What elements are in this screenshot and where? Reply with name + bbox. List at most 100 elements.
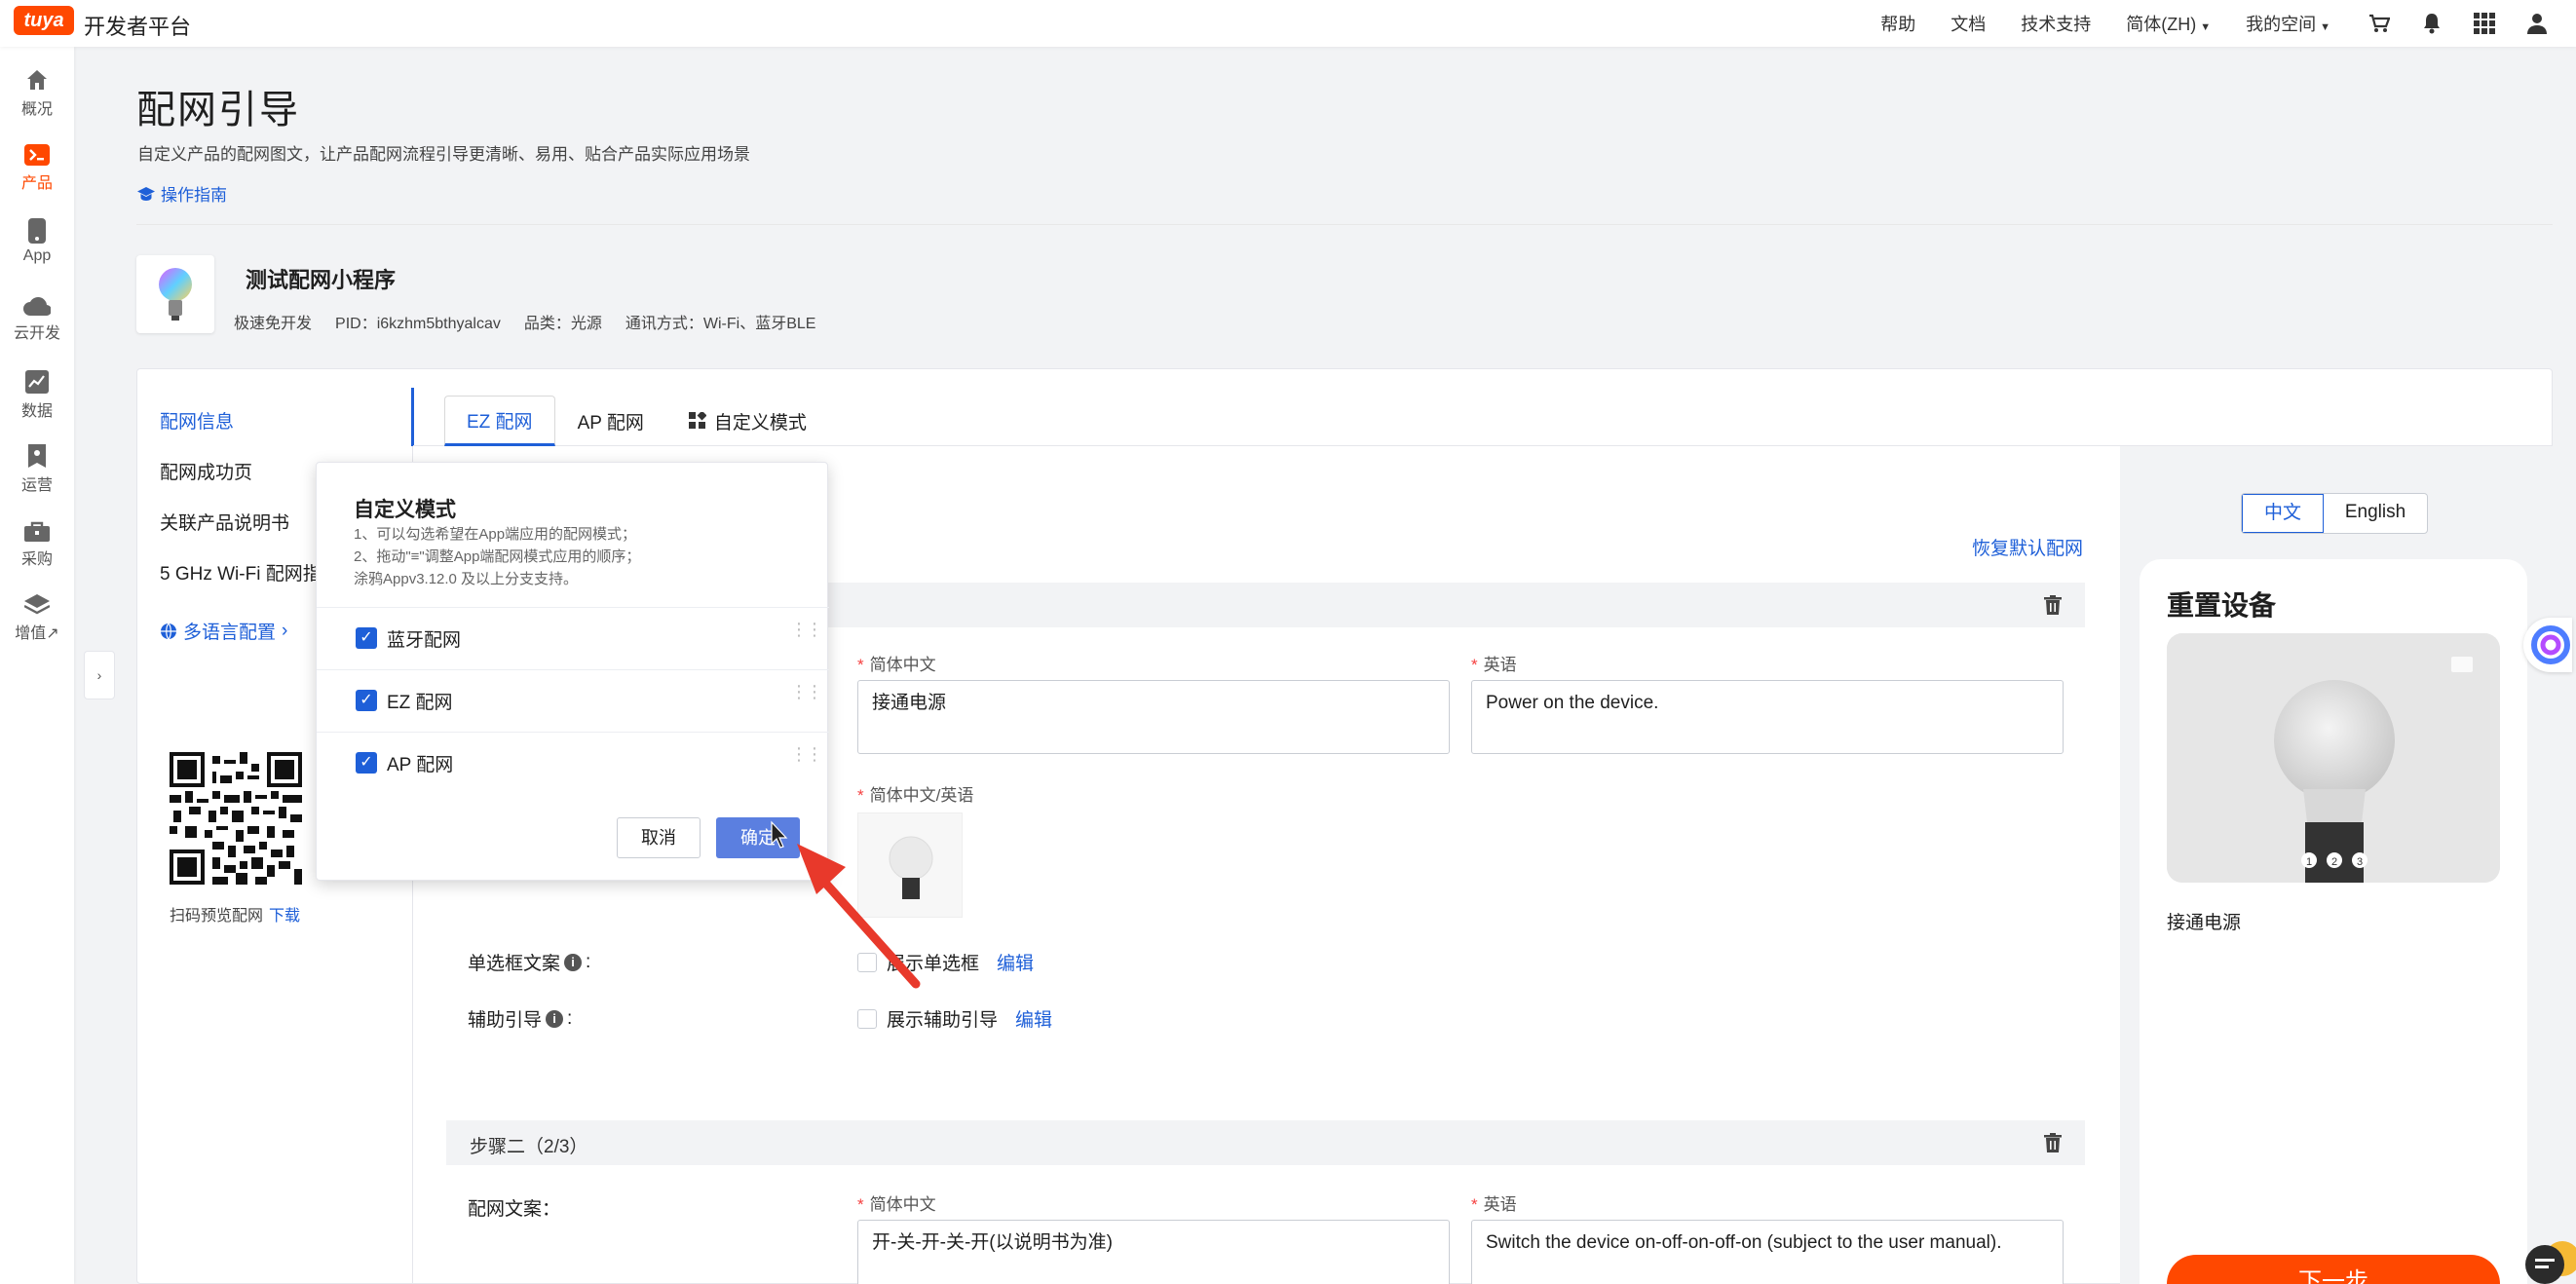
drag-handle-icon[interactable]: ⋮⋮	[790, 745, 823, 763]
tab-ap[interactable]: AP 配网	[555, 396, 666, 446]
divider	[136, 224, 2553, 225]
step2-zh-textarea[interactable]: 开-关-开-关-开(以说明书为准)	[857, 1220, 1450, 1284]
trash-icon[interactable]	[2044, 595, 2062, 615]
step-dot-2: 2	[2331, 856, 2337, 868]
show-radio-checkbox[interactable]	[857, 952, 877, 972]
info-icon[interactable]: i	[564, 953, 583, 971]
mode-tabs: EZ 配网 AP 配网 自定义模式	[444, 396, 829, 446]
product-name: 测试配网小程序	[246, 268, 397, 292]
edit-helper-link[interactable]: 编辑	[1015, 1005, 1052, 1032]
rail-label: 云开发	[13, 325, 60, 342]
step2-title: 步骤二（2/3）	[470, 1137, 588, 1157]
show-helper-row: 展示辅助引导 编辑	[857, 1005, 1052, 1032]
trash-icon[interactable]	[2044, 1133, 2062, 1152]
rail-label: App	[22, 247, 52, 264]
guide-link[interactable]: 操作指南	[137, 181, 227, 206]
my-space-dropdown[interactable]: 我的空间 ▼	[2246, 11, 2330, 36]
tab-label: AP 配网	[577, 412, 644, 434]
sidebar-expand-button[interactable]: ›	[84, 651, 115, 699]
menu-item-5ghz[interactable]: 5 GHz Wi-Fi 配网指	[160, 559, 322, 585]
lang-zh-button[interactable]: 中文	[2242, 494, 2324, 533]
image-label-text: 简体中文/英语	[869, 786, 974, 805]
rail-label: 概况	[20, 101, 53, 118]
apps-grid-icon[interactable]	[2471, 10, 2498, 37]
tab-label: 自定义模式	[713, 412, 807, 434]
rail-label: 数据	[20, 403, 53, 420]
phone-preview: 重置设备 1 2 3 接通电源 下一步	[2140, 559, 2527, 1284]
rail-item-value-added[interactable]: 增值↗	[0, 594, 74, 643]
download-link[interactable]: 下载	[269, 908, 300, 925]
zh-field-label: * 简体中文	[857, 1190, 936, 1215]
left-rail: 概况 产品 App 云开发 数据 运营 采购 增值↗	[0, 47, 74, 1284]
operation-icon	[28, 444, 46, 468]
tech-support-link[interactable]: 技术支持	[2021, 11, 2091, 36]
rail-item-app[interactable]: App	[0, 218, 74, 265]
drag-handle-icon[interactable]: ⋮⋮	[790, 683, 823, 700]
menu-item-success-page[interactable]: 配网成功页	[160, 458, 252, 484]
tab-ez[interactable]: EZ 配网	[444, 396, 555, 446]
chat-support-button[interactable]	[2519, 1229, 2576, 1284]
required-mark: *	[857, 656, 864, 674]
chevron-down-icon: ▼	[2200, 21, 2212, 33]
page-description: 自定义产品的配网图文，让产品配网流程引导更清晰、易用、贴合产品实际应用场景	[137, 145, 750, 164]
cancel-button[interactable]: 取消	[617, 817, 701, 858]
rail-item-purchase[interactable]: 采购	[0, 520, 74, 569]
tab-label: EZ 配网	[467, 411, 533, 433]
graduation-cap-icon	[137, 186, 155, 201]
rail-item-operation[interactable]: 运营	[0, 444, 74, 495]
image-field-label: * 简体中文/英语	[857, 781, 973, 806]
help-link[interactable]: 帮助	[1880, 11, 1915, 36]
show-radio-label: 展示单选框	[887, 954, 980, 974]
edit-radio-link[interactable]: 编辑	[997, 949, 1034, 975]
tuya-logo[interactable]: tuya	[14, 6, 74, 35]
restore-default-link[interactable]: 恢复默认配网	[1972, 534, 2083, 560]
info-icon[interactable]: i	[546, 1009, 564, 1028]
step1-en-textarea[interactable]: Power on the device.	[1471, 680, 2064, 754]
required-mark: *	[857, 1195, 864, 1214]
checkbox-checked-icon[interactable]: ✓	[356, 690, 377, 711]
preview-caption: 接通电源	[2167, 913, 2242, 933]
rail-item-overview[interactable]: 概况	[0, 68, 74, 119]
product-category: 品类：光源	[523, 316, 602, 332]
preview-language-switch: 中文 English	[2241, 493, 2428, 534]
colon: :	[567, 1007, 573, 1029]
menu-item-manual[interactable]: 关联产品说明书	[160, 509, 289, 535]
drag-handle-icon[interactable]: ⋮⋮	[790, 621, 823, 638]
assistant-float-button[interactable]	[2523, 618, 2572, 672]
popover-desc-line: 涂鸦Appv3.12.0 及以上分支支持。	[354, 571, 579, 587]
my-space-label: 我的空间	[2246, 15, 2317, 34]
rail-item-cloud[interactable]: 云开发	[0, 296, 74, 343]
mode-option-ap[interactable]: ✓ AP 配网 ⋮⋮	[317, 732, 829, 792]
lang-en-button[interactable]: English	[2324, 494, 2427, 533]
show-helper-checkbox[interactable]	[857, 1008, 877, 1029]
step1-image-thumbnail[interactable]	[857, 812, 963, 918]
rail-item-data[interactable]: 数据	[0, 370, 74, 421]
popover-desc-line: 2、拖动"≡"调整App端配网模式应用的顺序；	[354, 548, 641, 565]
docs-link[interactable]: 文档	[1951, 11, 1986, 36]
rail-item-product[interactable]: 产品	[0, 144, 74, 193]
step1-zh-textarea[interactable]: 接通电源	[857, 680, 1450, 754]
qr-code	[170, 752, 302, 885]
zh-label-text: 简体中文	[869, 656, 936, 674]
multi-language-config-link[interactable]: 多语言配置 ›	[160, 618, 287, 644]
checkbox-checked-icon[interactable]: ✓	[356, 627, 377, 649]
bell-icon[interactable]	[2418, 10, 2445, 37]
required-mark: *	[857, 786, 864, 805]
bulb-image	[889, 836, 933, 899]
confirm-button[interactable]: 确定	[716, 817, 800, 858]
menu-item-network-info[interactable]: 配网信息	[160, 407, 234, 434]
mode-option-ez[interactable]: ✓ EZ 配网 ⋮⋮	[317, 669, 829, 730]
language-dropdown[interactable]: 简体(ZH) ▼	[2126, 11, 2211, 36]
checkbox-checked-icon[interactable]: ✓	[356, 752, 377, 774]
zh-field-label: * 简体中文	[857, 651, 936, 675]
user-avatar-icon[interactable]	[2523, 10, 2551, 37]
custom-mode-icon	[688, 412, 706, 429]
tab-custom-mode[interactable]: 自定义模式	[666, 396, 829, 446]
step2-en-textarea[interactable]: Switch the device on-off-on-off-on (subj…	[1471, 1220, 2064, 1284]
cart-icon[interactable]	[2366, 10, 2393, 37]
required-mark: *	[1471, 656, 1478, 674]
next-step-button[interactable]: 下一步	[2167, 1255, 2500, 1284]
popover-title: 自定义模式	[354, 499, 456, 521]
active-indicator	[411, 388, 414, 446]
mode-option-bluetooth[interactable]: ✓ 蓝牙配网 ⋮⋮	[317, 607, 829, 667]
